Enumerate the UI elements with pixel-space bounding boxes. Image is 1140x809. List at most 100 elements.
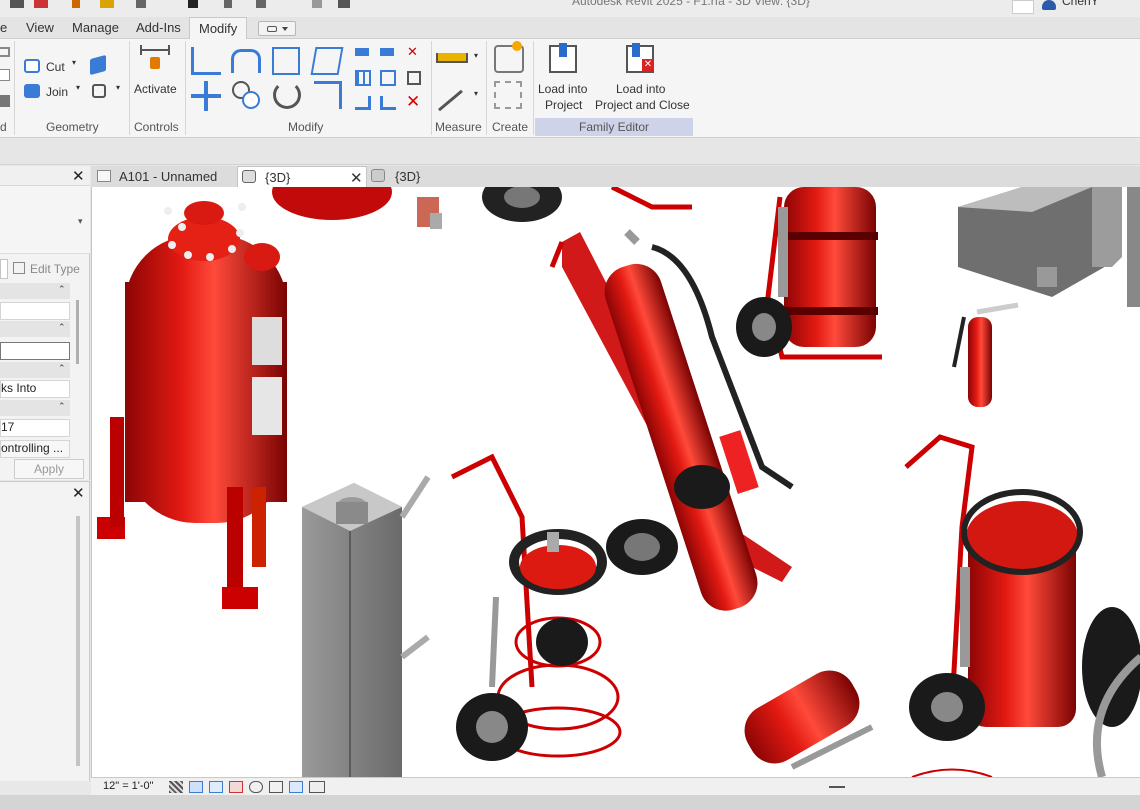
scrollbar[interactable] xyxy=(829,786,845,788)
chevron-down-icon[interactable]: ▾ xyxy=(78,216,83,227)
tab-3d-active[interactable]: {3D} ✕ xyxy=(237,166,367,187)
load-into-project-label-2[interactable]: Project xyxy=(545,98,582,112)
cut-geometry-icon[interactable] xyxy=(24,59,40,73)
partial-tool-icon[interactable] xyxy=(0,95,10,107)
visual-style-icon[interactable] xyxy=(189,781,203,793)
load-into-project-icon[interactable] xyxy=(549,43,577,73)
text-qat-icon[interactable] xyxy=(188,0,198,8)
filter-dropdown[interactable] xyxy=(0,259,8,279)
property-value[interactable] xyxy=(0,342,70,360)
split-face-icon[interactable] xyxy=(92,84,106,98)
crop-view-icon[interactable] xyxy=(249,781,263,793)
chevron-down-icon[interactable]: ▾ xyxy=(116,83,120,92)
wheeled-extinguisher-top[interactable] xyxy=(736,187,882,360)
property-number-value[interactable]: 17 xyxy=(0,419,70,437)
scrollbar[interactable] xyxy=(76,516,80,766)
load-into-project-and-close-icon[interactable]: ✕ xyxy=(626,43,654,73)
type-selector[interactable] xyxy=(0,186,90,254)
view-qat-icon[interactable] xyxy=(224,0,232,8)
close-hidden-icon[interactable] xyxy=(312,0,322,8)
edit-type-button[interactable]: Edit Type xyxy=(30,262,80,276)
3d-view-canvas[interactable] xyxy=(91,187,1140,777)
handheld-extinguisher-wall[interactable] xyxy=(952,302,1019,407)
align-icon[interactable] xyxy=(191,47,221,75)
tab-3d[interactable]: {3D} xyxy=(371,166,441,187)
hose-reel-partial[interactable] xyxy=(272,187,442,229)
collapse-icon[interactable]: ⌃ xyxy=(58,401,66,412)
show-crop-region-icon[interactable] xyxy=(269,781,283,793)
property-hosted-value[interactable]: ks Into xyxy=(0,380,70,398)
rotate-icon[interactable] xyxy=(273,81,301,109)
switch-windows-icon[interactable] xyxy=(338,0,350,8)
extinguisher-lying[interactable] xyxy=(735,661,874,773)
reveal-hidden-icon[interactable] xyxy=(309,781,325,793)
measure-qat-icon[interactable] xyxy=(100,0,114,8)
sun-path-icon[interactable] xyxy=(209,781,223,793)
undo-icon[interactable] xyxy=(72,0,80,8)
scale-icon[interactable] xyxy=(380,70,396,86)
gray-cabinet[interactable] xyxy=(958,187,1140,307)
chevron-down-icon[interactable]: ▾ xyxy=(72,58,76,67)
temporary-hide-icon[interactable] xyxy=(289,781,303,793)
split-element-icon[interactable] xyxy=(355,48,369,56)
tab-file-partial[interactable]: e xyxy=(0,20,7,35)
activate-controls-icon[interactable] xyxy=(140,45,170,75)
load-into-project-label-1[interactable]: Load into xyxy=(538,82,587,96)
save-icon[interactable] xyxy=(10,0,24,8)
load-into-project-and-close-label-1[interactable]: Load into xyxy=(616,82,665,96)
offset-icon[interactable] xyxy=(231,49,261,73)
collapse-icon[interactable]: ⌃ xyxy=(58,322,66,333)
concrete-post[interactable] xyxy=(302,475,431,777)
partial-tool-icon[interactable] xyxy=(0,69,10,81)
close-icon[interactable]: ✕ xyxy=(72,169,85,184)
user-name[interactable]: ChenY xyxy=(1062,0,1099,8)
delete-icon[interactable]: ✕ xyxy=(406,93,422,110)
tab-modify[interactable]: Modify xyxy=(189,17,248,40)
contextual-tab-dropdown[interactable] xyxy=(258,21,296,36)
collapse-icon[interactable]: ⌃ xyxy=(58,284,66,295)
create-similar-icon[interactable] xyxy=(494,81,522,109)
view-scale[interactable]: 12" = 1'-0" xyxy=(103,780,154,792)
tab-view[interactable]: View xyxy=(26,20,54,35)
close-icon[interactable]: ✕ xyxy=(350,169,363,187)
close-icon[interactable]: ✕ xyxy=(72,486,85,501)
unjoin-icon[interactable] xyxy=(90,54,106,76)
move-icon[interactable] xyxy=(191,81,221,111)
join-geometry-icon[interactable] xyxy=(24,84,40,98)
3d-model-render[interactable] xyxy=(92,187,1140,777)
dimension-qat-icon[interactable] xyxy=(136,0,146,8)
chevron-down-icon[interactable]: ▾ xyxy=(474,89,478,98)
unpin-icon[interactable]: ✕ xyxy=(407,45,421,58)
apply-button[interactable]: Apply xyxy=(14,459,84,479)
tab-add-ins[interactable]: Add-Ins xyxy=(136,20,181,35)
cut-button[interactable]: Cut xyxy=(46,60,65,74)
scrollbar[interactable] xyxy=(76,300,79,364)
chevron-down-icon[interactable]: ▾ xyxy=(76,83,80,92)
dimension-icon[interactable] xyxy=(438,89,463,112)
collapse-icon[interactable]: ⌃ xyxy=(58,363,66,374)
copy-icon[interactable] xyxy=(232,81,260,109)
trim-multiple-icon[interactable] xyxy=(355,96,371,110)
tab-a101[interactable]: A101 - Unnamed xyxy=(95,166,237,187)
property-value[interactable] xyxy=(0,302,70,320)
search-box[interactable] xyxy=(1012,0,1034,14)
measure-distance-icon[interactable] xyxy=(436,53,468,63)
print-icon[interactable] xyxy=(34,0,48,8)
detail-level-icon[interactable] xyxy=(169,781,183,793)
load-into-project-and-close-label-2[interactable]: Project and Close xyxy=(595,98,690,112)
chevron-down-icon[interactable]: ▾ xyxy=(474,51,478,60)
join-button[interactable]: Join xyxy=(46,85,68,99)
trim-single-icon[interactable] xyxy=(380,96,396,110)
pin-icon[interactable] xyxy=(407,71,421,85)
shadows-icon[interactable] xyxy=(229,781,243,793)
partial-tool-icon[interactable] xyxy=(0,47,10,57)
mirror-pick-axis-icon[interactable] xyxy=(272,47,300,75)
trim-extend-icon[interactable] xyxy=(314,81,342,109)
pressure-tank[interactable] xyxy=(97,201,287,609)
wheel-partial[interactable] xyxy=(482,187,562,222)
hose-reel-cart[interactable] xyxy=(450,453,622,761)
property-controlling-value[interactable]: ontrolling ... xyxy=(0,440,70,458)
activate-button[interactable]: Activate xyxy=(134,82,177,96)
split-gap-icon[interactable] xyxy=(380,48,394,56)
user-icon[interactable] xyxy=(1042,0,1056,10)
